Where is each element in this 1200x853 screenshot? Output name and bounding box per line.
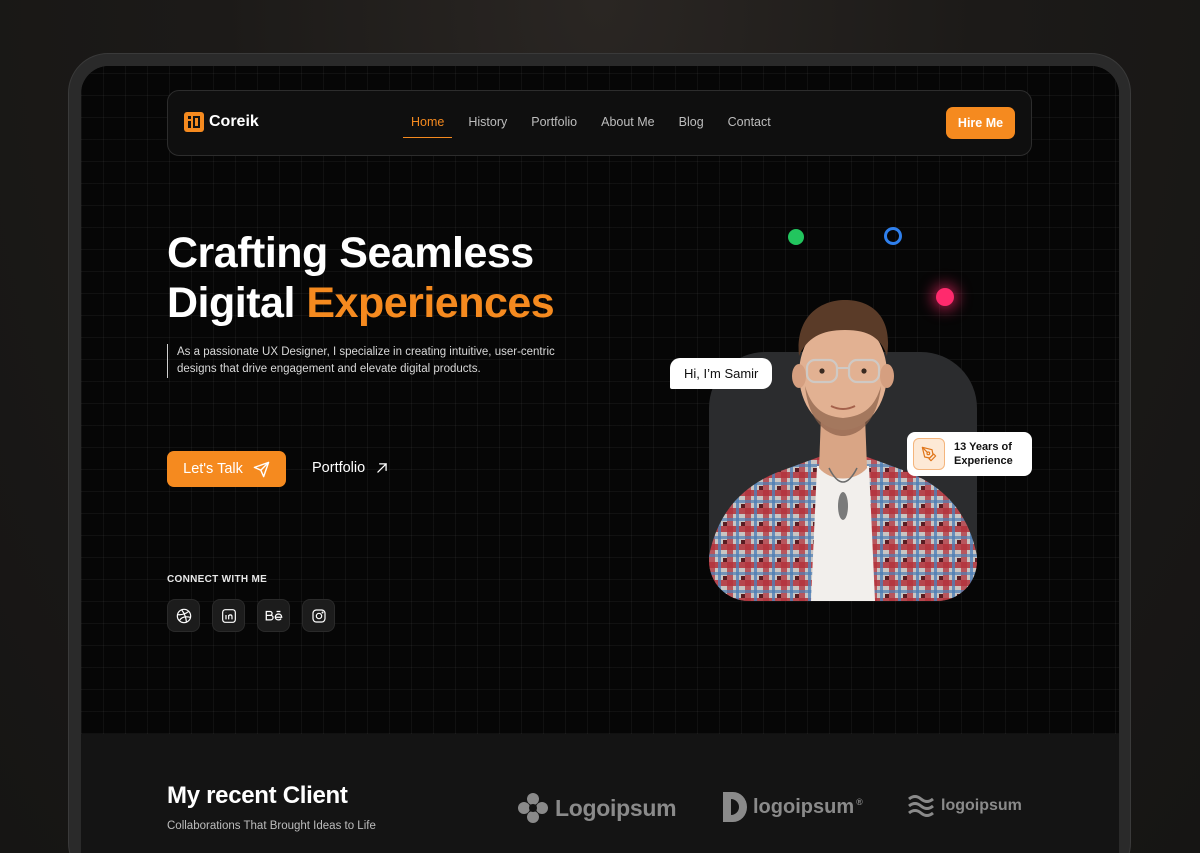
- linkedin-button[interactable]: [212, 599, 245, 632]
- lets-talk-label: Let's Talk: [183, 461, 243, 477]
- nav-link-blog[interactable]: Blog: [679, 115, 704, 129]
- instagram-button[interactable]: [302, 599, 335, 632]
- nav-link-about-me[interactable]: About Me: [601, 115, 655, 129]
- registered-mark-icon: ®: [856, 797, 863, 807]
- nav-link-home[interactable]: Home: [402, 115, 453, 138]
- clients-section: My recent Client Collaborations That Bro…: [81, 734, 1119, 853]
- instagram-icon: [311, 608, 326, 623]
- clients-subtitle: Collaborations That Brought Ideas to Lif…: [167, 820, 376, 832]
- linkedin-icon: [221, 608, 236, 623]
- person-illustration: [709, 300, 977, 601]
- logo-icon: [184, 112, 204, 132]
- blue-ring-decoration: [884, 227, 902, 245]
- portfolio-link[interactable]: Portfolio: [312, 460, 389, 476]
- experience-card: 13 Years of Experience: [907, 432, 1032, 476]
- greeting-bubble: Hi, I’m Samir: [670, 358, 773, 389]
- profile-photo: [709, 256, 977, 601]
- portfolio-link-label: Portfolio: [312, 460, 366, 476]
- headline-line-2-plain: Digital: [167, 279, 307, 327]
- client-logo-2[interactable]: logoipsum ®: [723, 792, 863, 822]
- social-links: [167, 599, 335, 632]
- dribbble-icon: [176, 608, 191, 623]
- clients-title: My recent Client: [167, 782, 348, 809]
- pen-tool-icon: [913, 438, 945, 470]
- hero-section: Coreik Home History Portfolio About Me B…: [81, 66, 1119, 734]
- client-logo-3-text: logoipsum: [941, 797, 1022, 814]
- nav-links: Home History Portfolio About Me Blog Con…: [402, 115, 771, 138]
- connect-label: CONNECT WITH ME: [167, 574, 268, 585]
- navbar: Coreik Home History Portfolio About Me B…: [167, 90, 1032, 156]
- nav-link-contact[interactable]: Contact: [728, 115, 771, 129]
- behance-button[interactable]: [257, 599, 290, 632]
- experience-line-1: 13 Years of: [954, 441, 1012, 453]
- flower-logo-icon: [518, 793, 548, 823]
- headline-line-2-accent: Experiences: [306, 279, 555, 327]
- headline-line-1: Crafting Seamless: [167, 229, 534, 277]
- arrow-up-right-icon: [377, 463, 387, 473]
- screen: Coreik Home History Portfolio About Me B…: [81, 66, 1119, 853]
- lets-talk-button[interactable]: Let's Talk: [167, 451, 286, 487]
- send-icon: [253, 461, 270, 477]
- dribbble-button[interactable]: [167, 599, 200, 632]
- waves-logo-icon: [908, 795, 934, 817]
- green-dot-decoration: [788, 229, 804, 245]
- client-logo-2-text: logoipsum: [753, 795, 855, 818]
- hero-headline: Crafting Seamless Digital Experiences: [167, 228, 555, 328]
- nav-link-history[interactable]: History: [468, 115, 507, 129]
- logo[interactable]: Coreik: [184, 112, 259, 132]
- client-logo-1-text: Logoipsum: [555, 794, 677, 821]
- client-logo-1[interactable]: Logoipsum: [517, 792, 677, 824]
- hero-description: As a passionate UX Designer, I specializ…: [167, 344, 587, 378]
- nav-link-portfolio[interactable]: Portfolio: [531, 115, 577, 129]
- hire-me-button[interactable]: Hire Me: [946, 107, 1015, 139]
- experience-line-2: Experience: [954, 455, 1013, 467]
- behance-icon: [265, 610, 282, 621]
- logo-text: Coreik: [209, 113, 259, 130]
- half-circle-logo-icon: [723, 792, 747, 822]
- client-logo-3[interactable]: logoipsum: [907, 794, 1022, 818]
